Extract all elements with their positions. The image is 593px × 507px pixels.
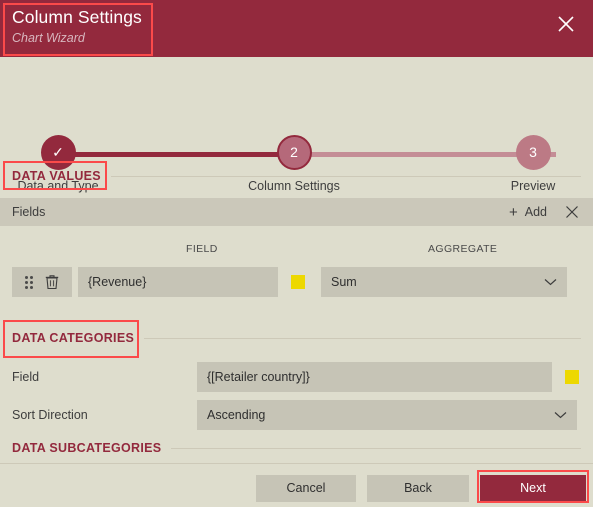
wizard-stepper: ✓ Data and Type 2 Column Settings 3 Prev… (0, 57, 593, 193)
sort-direction-row: Sort Direction Ascending (12, 400, 577, 430)
dialog-footer: Cancel Back Next (0, 463, 593, 507)
close-fields-icon[interactable] (565, 205, 579, 219)
fields-toolbar: Fields + Add (0, 198, 593, 226)
add-field-label: Add (524, 205, 547, 219)
category-field-input[interactable]: {[Retailer country]} (197, 362, 552, 392)
check-icon: ✓ (52, 144, 64, 160)
sort-direction-select[interactable]: Ascending (197, 400, 577, 430)
plus-icon: + (508, 203, 518, 221)
section-title-data-categories: DATA CATEGORIES (12, 331, 135, 345)
fields-toolbar-actions: + Add (509, 205, 579, 220)
column-header-aggregate: AGGREGATE (428, 243, 498, 255)
cancel-button[interactable]: Cancel (256, 475, 356, 502)
sort-direction-value: Ascending (207, 408, 266, 422)
section-divider (171, 447, 581, 449)
section-title-data-values: DATA VALUES (12, 169, 101, 183)
chart-wizard-dialog: Column Settings Chart Wizard ✓ Data and … (0, 0, 593, 507)
category-field-row: Field {[Retailer country]} (12, 362, 579, 392)
stepper-step-column-settings[interactable]: 2 Column Settings (234, 135, 354, 193)
column-header-field: FIELD (186, 243, 218, 255)
section-header-data-values: DATA VALUES (12, 169, 581, 183)
section-divider (144, 337, 581, 339)
stepper-step-data-and-type[interactable]: ✓ Data and Type (0, 135, 118, 193)
header-titles: Column Settings Chart Wizard (12, 6, 142, 47)
aggregate-select[interactable]: Sum (321, 267, 567, 297)
page-subtitle: Chart Wizard (12, 31, 85, 45)
row-tools (12, 267, 72, 297)
stepper-step-preview[interactable]: 3 Preview (473, 135, 593, 193)
field-value-input[interactable]: {Revenue} (78, 267, 278, 297)
add-field-button[interactable]: + Add (509, 205, 547, 220)
section-divider (110, 175, 581, 177)
color-swatch[interactable] (291, 275, 305, 289)
section-header-data-subcategories: DATA SUBCATEGORIES (12, 441, 581, 455)
trash-icon[interactable] (45, 274, 59, 290)
sort-direction-label: Sort Direction (12, 408, 88, 422)
step-marker-3: 3 (515, 135, 551, 170)
next-button[interactable]: Next (480, 475, 586, 502)
close-icon[interactable] (555, 13, 577, 35)
page-title: Column Settings (12, 7, 142, 27)
color-swatch[interactable] (565, 370, 579, 384)
aggregate-select-value: Sum (331, 275, 357, 289)
drag-handle-icon[interactable] (25, 275, 33, 289)
step-marker-2: 2 (276, 135, 312, 170)
section-title-data-subcategories: DATA SUBCATEGORIES (12, 441, 162, 455)
table-row: {Revenue} Sum (12, 267, 567, 297)
chevron-down-icon (554, 408, 567, 422)
dialog-header: Column Settings Chart Wizard (0, 0, 593, 57)
category-field-label: Field (12, 370, 40, 384)
step-marker-1: ✓ (40, 135, 76, 170)
fields-toolbar-title: Fields (12, 205, 46, 219)
back-button[interactable]: Back (367, 475, 469, 502)
section-header-data-categories: DATA CATEGORIES (12, 331, 581, 345)
chevron-down-icon (544, 275, 557, 289)
